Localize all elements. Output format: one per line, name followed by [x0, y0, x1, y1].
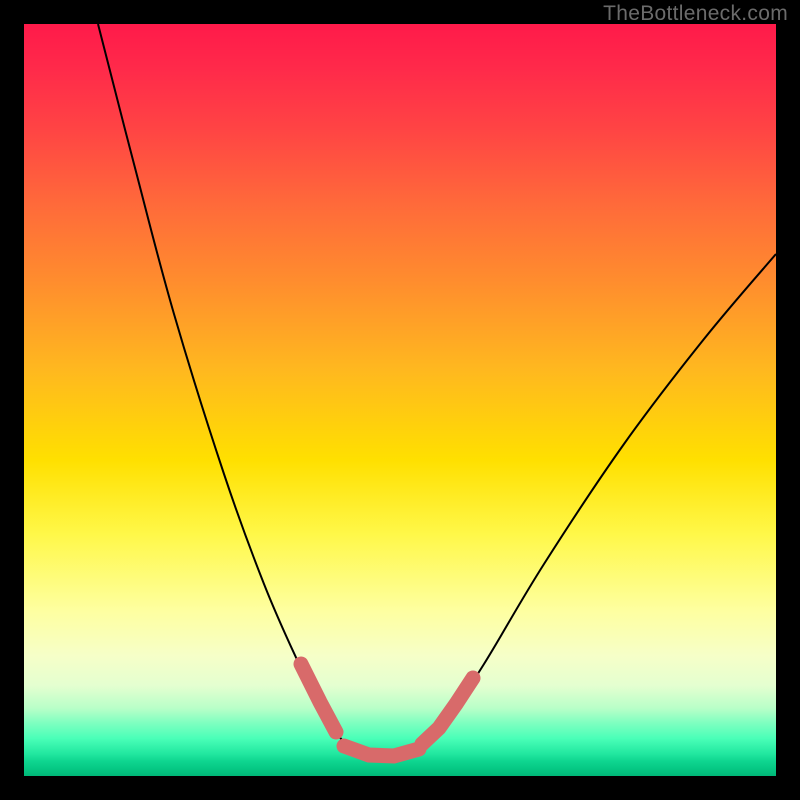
watermark-text: TheBottleneck.com — [603, 2, 788, 26]
series-curve — [98, 24, 776, 757]
series-highlight-left — [301, 664, 336, 732]
curve-svg — [24, 24, 776, 776]
series-highlight-bottom — [344, 746, 419, 756]
series-highlight-right — [422, 678, 473, 744]
plot-area — [24, 24, 776, 776]
chart-frame: TheBottleneck.com — [0, 0, 800, 800]
